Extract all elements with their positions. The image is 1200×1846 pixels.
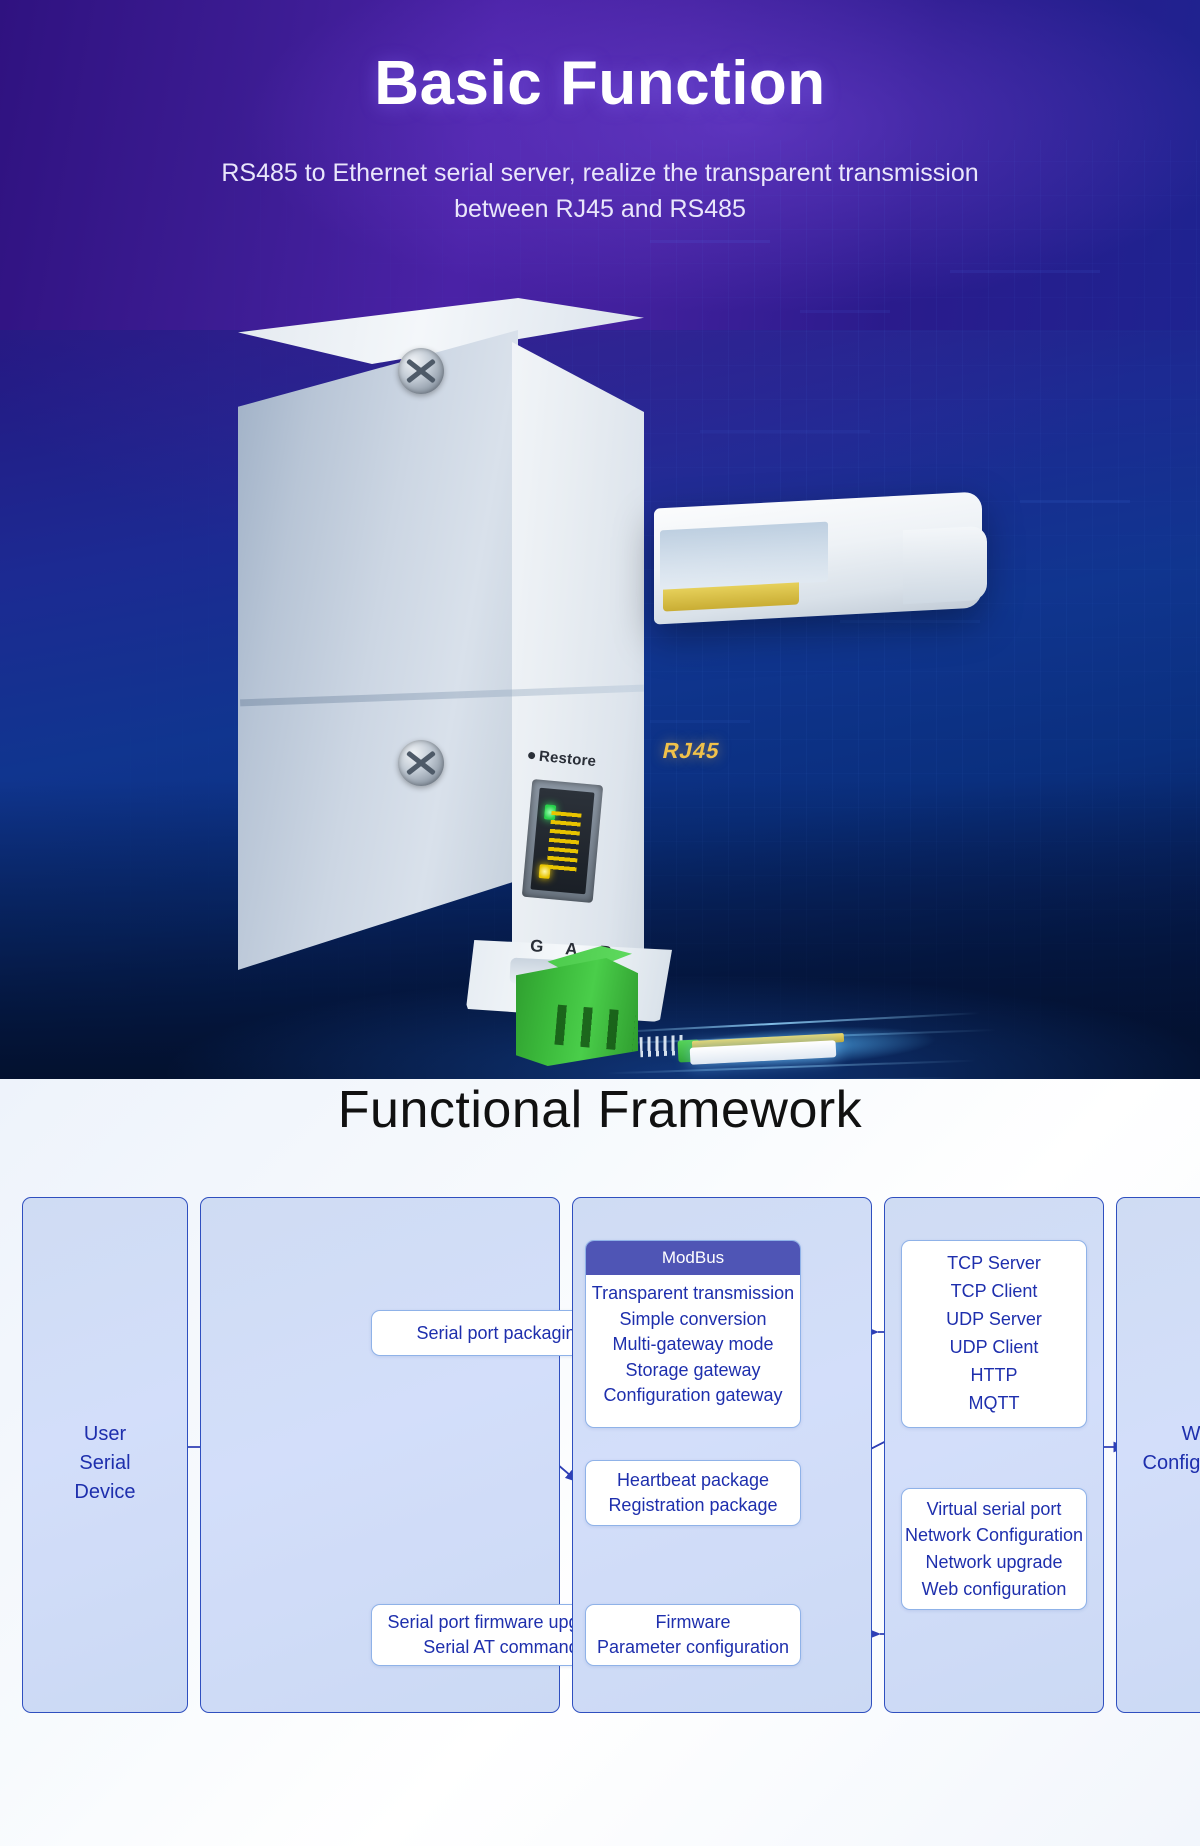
modbus-item: Configuration gateway xyxy=(603,1385,783,1406)
tool-item: Network upgrade xyxy=(925,1552,1063,1572)
card-network-protocols[interactable]: TCP Server TCP Client UDP Server UDP Cli… xyxy=(901,1240,1087,1428)
protocol-item: TCP Client xyxy=(950,1281,1038,1302)
card-line: Registration package xyxy=(608,1495,778,1515)
led-yellow-icon xyxy=(538,864,551,879)
tool-item: Web configuration xyxy=(921,1578,1067,1599)
label-line: Web xyxy=(1181,1423,1200,1445)
device-side-face xyxy=(238,330,518,970)
label-line: Configuration xyxy=(1142,1452,1200,1474)
card-line: Firmware xyxy=(655,1612,731,1633)
rj45-connector-panel xyxy=(660,521,828,591)
screw-icon xyxy=(398,348,444,394)
modbus-item: Simple conversion xyxy=(619,1308,767,1329)
column-serial[interactable]: Serial port packaging Serial port firmwa… xyxy=(200,1197,631,1713)
label-line: Device xyxy=(74,1481,136,1503)
column-network[interactable]: TCP Server TCP Client UDP Server UDP Cli… xyxy=(884,1197,1104,1713)
page-title: Basic Function xyxy=(374,49,826,118)
device-illustration: Restore User G A B RS485 RJ45 RS485 xyxy=(0,240,1200,1079)
tool-item: Network Configuration xyxy=(904,1525,1084,1546)
modbus-item: Multi-gateway mode xyxy=(612,1334,774,1355)
modbus-item: Transparent transmission xyxy=(591,1283,795,1304)
rj45-label: RJ45 xyxy=(660,738,723,763)
card-line: Heartbeat package xyxy=(616,1470,770,1491)
card-modbus[interactable]: ModBus Transparent transmission Simple c… xyxy=(585,1240,801,1428)
card-firmware-parameter[interactable]: Firmware Parameter configuration xyxy=(585,1604,801,1666)
tool-item: Virtual serial port xyxy=(926,1498,1062,1519)
card-line: Serial AT command xyxy=(423,1637,579,1657)
modbus-header: ModBus xyxy=(586,1241,800,1276)
protocol-item: UDP Client xyxy=(949,1337,1039,1357)
label-line: User xyxy=(83,1423,127,1445)
user-serial-device-label: User Serial Device xyxy=(23,1420,187,1507)
web-configuration-label: Web Configuration xyxy=(1117,1420,1200,1478)
card-heartbeat-registration[interactable]: Heartbeat package Registration package xyxy=(585,1460,801,1526)
rj45-port-cavity xyxy=(530,787,595,895)
hero-banner: Basic Function RS485 to Ethernet serial … xyxy=(0,0,1200,1079)
page-subtitle: RS485 to Ethernet serial server, realize… xyxy=(221,159,979,224)
rj45-connector-tab xyxy=(903,525,987,605)
protocol-item: MQTT xyxy=(968,1392,1020,1413)
modbus-item: Storage gateway xyxy=(625,1359,761,1380)
label-line: Serial xyxy=(79,1452,131,1474)
rj45-gold-pins xyxy=(546,810,582,876)
rj45-port xyxy=(521,779,604,903)
protocol-item: HTTP xyxy=(970,1364,1018,1385)
card-network-tools[interactable]: Virtual serial port Network Configuratio… xyxy=(901,1488,1087,1610)
protocol-item: TCP Server xyxy=(947,1253,1041,1274)
card-line: Parameter configuration xyxy=(596,1637,790,1657)
column-user-serial-device[interactable]: User Serial Device xyxy=(22,1197,188,1713)
column-web-configuration[interactable]: Web Configuration xyxy=(1116,1197,1200,1713)
restore-button-dot-icon xyxy=(527,751,536,759)
modbus-item-list: Transparent transmission Simple conversi… xyxy=(586,1275,800,1409)
framework-title: Functional Framework xyxy=(337,1081,863,1139)
column-modbus[interactable]: ModBus Transparent transmission Simple c… xyxy=(572,1197,872,1713)
card-line: Serial port packaging xyxy=(416,1322,586,1343)
screw-icon xyxy=(398,740,444,786)
framework-diagram: User Serial Device Serial port packaging… xyxy=(0,1197,1200,1727)
protocol-item: UDP Server xyxy=(946,1309,1042,1330)
functional-framework-section: Functional Framework User Serial Device … xyxy=(0,1079,1200,1846)
